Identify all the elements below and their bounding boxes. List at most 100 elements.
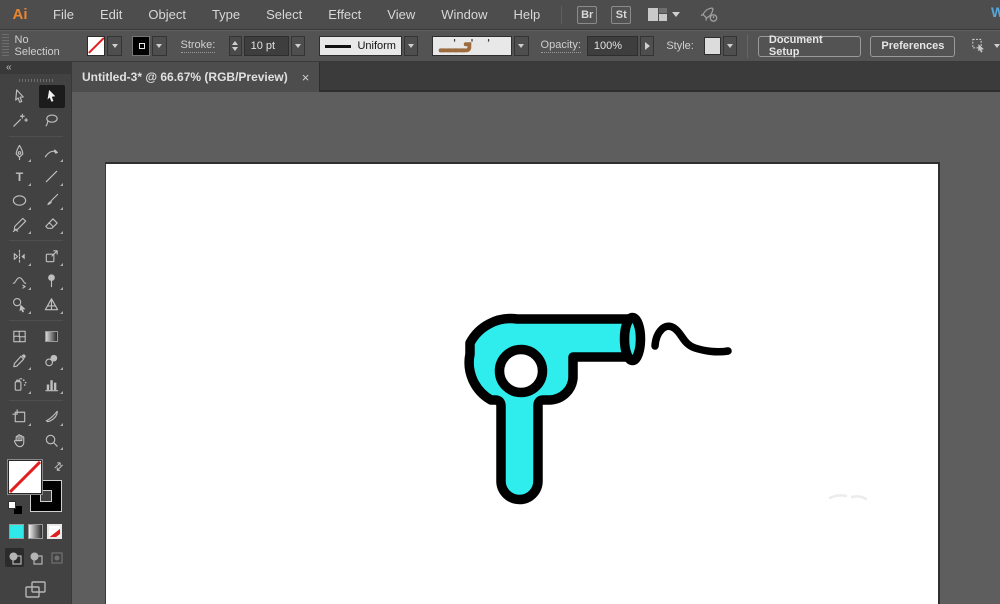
opacity-field[interactable]: 100% bbox=[587, 36, 638, 56]
paintbrush-tool[interactable] bbox=[39, 189, 65, 212]
menu-object[interactable]: Object bbox=[135, 0, 199, 29]
width-profile-dropdown-button[interactable] bbox=[404, 36, 418, 56]
curvature-tool[interactable] bbox=[39, 141, 65, 164]
opacity-popup-button[interactable] bbox=[640, 36, 654, 56]
puppet-warp-tool[interactable] bbox=[39, 269, 65, 292]
stroke-weight-stepper[interactable] bbox=[229, 36, 241, 56]
toolbar-drag-handle[interactable] bbox=[19, 79, 53, 82]
slice-tool[interactable] bbox=[39, 405, 65, 428]
hair-dryer-nozzle[interactable] bbox=[625, 318, 641, 361]
style-swatch[interactable] bbox=[704, 37, 721, 55]
lasso-tool[interactable] bbox=[39, 109, 65, 132]
workspace-switcher-icon[interactable] bbox=[648, 8, 667, 21]
menu-type[interactable]: Type bbox=[199, 0, 253, 29]
ellipse-tool[interactable] bbox=[7, 189, 33, 212]
screen-mode-button[interactable] bbox=[0, 579, 71, 601]
mesh-tool[interactable] bbox=[7, 325, 33, 348]
selection-arrow-icon bbox=[11, 88, 28, 105]
color-swatch-button[interactable] bbox=[9, 524, 24, 539]
stroke-weight-dropdown-button[interactable] bbox=[291, 36, 305, 56]
zoom-tool[interactable] bbox=[39, 429, 65, 452]
gradient-tool[interactable] bbox=[39, 325, 65, 348]
draw-inside-button[interactable] bbox=[47, 548, 66, 567]
lasso-icon bbox=[43, 112, 60, 129]
type-tool[interactable]: T bbox=[7, 165, 33, 188]
gradient-swatch-button[interactable] bbox=[28, 524, 43, 539]
direct-selection-tool[interactable] bbox=[39, 85, 65, 108]
svg-text:T: T bbox=[16, 170, 24, 184]
shaper-tool[interactable] bbox=[7, 213, 33, 236]
fill-none-swatch[interactable] bbox=[87, 36, 106, 56]
eyedropper-tool[interactable] bbox=[7, 349, 33, 372]
hair-dryer-body[interactable] bbox=[469, 319, 632, 500]
document-tab-title: Untitled-3* @ 66.67% (RGB/Preview) bbox=[82, 70, 288, 84]
gpu-performance-icon[interactable] bbox=[698, 5, 720, 25]
draw-normal-button[interactable] bbox=[5, 548, 24, 567]
fill-dropdown-button[interactable] bbox=[107, 36, 121, 56]
panel-grip-handle[interactable] bbox=[2, 34, 9, 58]
menu-help[interactable]: Help bbox=[500, 0, 553, 29]
style-dropdown-button[interactable] bbox=[723, 36, 737, 56]
workspace-chevron-icon[interactable] bbox=[672, 12, 680, 17]
free-transform-tool[interactable] bbox=[39, 245, 65, 268]
stroke-dropdown-button[interactable] bbox=[152, 36, 166, 56]
fill-indicator-swatch[interactable] bbox=[8, 460, 42, 494]
line-segment-icon bbox=[43, 168, 60, 185]
select-similar-icon[interactable] bbox=[970, 36, 989, 56]
select-similar-chevron-icon[interactable] bbox=[994, 44, 1000, 48]
type-icon: T bbox=[11, 168, 28, 185]
width-squiggle-icon bbox=[11, 272, 28, 289]
brush-definition-select[interactable] bbox=[432, 36, 512, 56]
toolbar-collapse-icon[interactable]: « bbox=[0, 62, 71, 74]
magic-wand-tool[interactable] bbox=[7, 109, 33, 132]
selection-tool[interactable] bbox=[7, 85, 33, 108]
document-setup-button[interactable]: Document Setup bbox=[758, 36, 862, 57]
eraser-tool[interactable] bbox=[39, 213, 65, 236]
shape-builder-tool[interactable] bbox=[7, 293, 33, 316]
width-profile-select[interactable]: Uniform bbox=[319, 36, 402, 56]
tools-panel: « T bbox=[0, 62, 72, 604]
cord-squiggle[interactable] bbox=[655, 326, 728, 352]
blend-tool[interactable] bbox=[39, 349, 65, 372]
line-segment-tool[interactable] bbox=[39, 165, 65, 188]
pen-tool[interactable] bbox=[7, 141, 33, 164]
width-tool[interactable] bbox=[7, 269, 33, 292]
draw-behind-button[interactable] bbox=[26, 548, 45, 567]
preferences-button[interactable]: Preferences bbox=[870, 36, 955, 57]
hand-tool[interactable] bbox=[7, 429, 33, 452]
shape-builder-icon bbox=[11, 296, 28, 313]
swap-fill-stroke-icon[interactable]: ⇄ bbox=[51, 459, 67, 475]
tab-close-icon[interactable]: × bbox=[302, 70, 310, 85]
stroke-label[interactable]: Stroke: bbox=[181, 39, 216, 53]
style-label: Style: bbox=[666, 40, 694, 52]
curvature-icon bbox=[43, 144, 60, 161]
default-fill-stroke-icon[interactable] bbox=[8, 501, 22, 514]
artboard-tool[interactable] bbox=[7, 405, 33, 428]
document-tab[interactable]: Untitled-3* @ 66.67% (RGB/Preview) × bbox=[72, 62, 320, 92]
symbol-sprayer-tool[interactable] bbox=[7, 373, 33, 396]
fill-stroke-indicator: ⇄ bbox=[8, 460, 64, 514]
menu-effect[interactable]: Effect bbox=[315, 0, 374, 29]
menu-select[interactable]: Select bbox=[253, 0, 315, 29]
slice-knife-icon bbox=[43, 408, 60, 425]
stroke-color-swatch[interactable] bbox=[132, 36, 151, 56]
none-swatch-button[interactable] bbox=[47, 524, 62, 539]
menu-file[interactable]: File bbox=[40, 0, 87, 29]
hair-dryer-artwork[interactable] bbox=[72, 92, 1000, 604]
bridge-button[interactable]: Br bbox=[577, 6, 597, 24]
menu-view[interactable]: View bbox=[374, 0, 428, 29]
hair-dryer-vent-hole[interactable] bbox=[500, 350, 543, 393]
perspective-grid-tool[interactable] bbox=[39, 293, 65, 316]
canvas-pasteboard[interactable] bbox=[72, 92, 1000, 604]
column-graph-tool[interactable] bbox=[39, 373, 65, 396]
eraser-icon bbox=[43, 216, 60, 233]
hand-icon bbox=[11, 432, 28, 449]
brush-dropdown-button[interactable] bbox=[514, 36, 528, 56]
stock-button[interactable]: St bbox=[611, 6, 631, 24]
menu-edit[interactable]: Edit bbox=[87, 0, 135, 29]
opacity-label[interactable]: Opacity: bbox=[541, 39, 581, 53]
draw-behind-icon bbox=[29, 551, 43, 565]
reflect-tool[interactable] bbox=[7, 245, 33, 268]
menu-window[interactable]: Window bbox=[428, 0, 500, 29]
stroke-weight-field[interactable]: 10 pt bbox=[244, 36, 290, 56]
